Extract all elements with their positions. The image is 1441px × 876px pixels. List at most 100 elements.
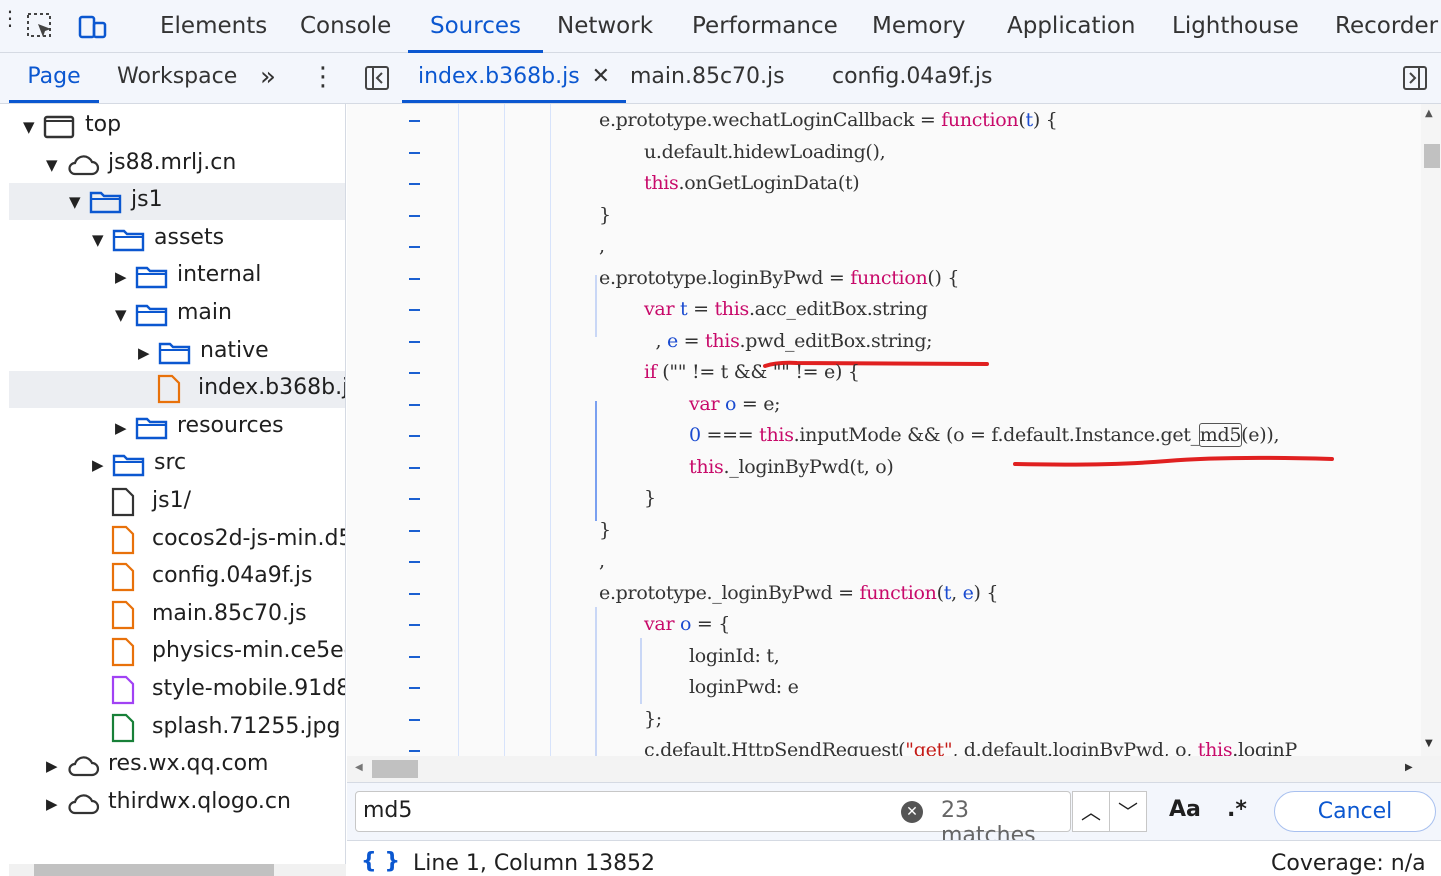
tab-recorder[interactable]: Recorder: [1335, 0, 1438, 53]
tree-item[interactable]: ▼ top: [9, 108, 345, 145]
line-marker[interactable]: [409, 340, 420, 343]
toggle-navigator-icon[interactable]: [364, 65, 390, 91]
line-marker[interactable]: [409, 214, 420, 217]
tree-item[interactable]: cocos2d-js-min.d5: [9, 522, 345, 561]
tree-item[interactable]: style-mobile.91d8: [9, 672, 345, 709]
line-marker[interactable]: [409, 403, 420, 406]
expanded-arrow-icon[interactable]: ▼: [23, 118, 35, 136]
editor-tab-main[interactable]: main.85c70.js: [630, 53, 785, 103]
code-editor[interactable]: ▲ ▼ e.prototype.wechatLoginCallback = fu…: [347, 104, 1441, 756]
code-token: loginPwd: e: [689, 676, 799, 698]
code-line: this._loginByPwd(t, o): [689, 456, 894, 478]
line-marker[interactable]: [409, 718, 420, 721]
device-toolbar-icon[interactable]: [77, 11, 107, 41]
code-line: ,: [599, 550, 605, 572]
line-marker[interactable]: [409, 624, 420, 626]
tree-item[interactable]: ▶ res.wx.qq.com: [9, 747, 345, 784]
collapsed-arrow-icon[interactable]: ▶: [46, 795, 58, 813]
expanded-arrow-icon[interactable]: ▼: [69, 193, 81, 211]
search-input[interactable]: md5 ✕ 23 matches ︿: [355, 791, 1110, 848]
regex-button[interactable]: .*: [1227, 797, 1247, 822]
tree-item[interactable]: index.b368b.js: [9, 371, 345, 409]
tab-performance[interactable]: Performance: [692, 0, 838, 53]
drag-handle-icon[interactable]: ⋮: [0, 8, 20, 28]
line-marker[interactable]: [409, 529, 420, 532]
tree-item[interactable]: physics-min.ce5ee: [9, 634, 345, 671]
tree-item[interactable]: ▼ main: [9, 296, 345, 333]
tree-item[interactable]: ▶ native: [9, 334, 345, 371]
tree-item[interactable]: main.85c70.js: [9, 597, 345, 634]
line-marker[interactable]: [409, 120, 420, 122]
collapsed-arrow-icon[interactable]: ▶: [115, 268, 127, 286]
tab-memory[interactable]: Memory: [872, 0, 966, 53]
tree-item[interactable]: ▶ thirdwx.qlogo.cn: [9, 785, 345, 822]
line-marker[interactable]: [409, 183, 420, 185]
line-marker[interactable]: [409, 309, 420, 311]
more-tabs-button[interactable]: »: [260, 53, 276, 103]
more-options-icon[interactable]: ⋮: [310, 53, 336, 103]
editor-tab-config[interactable]: config.04a9f.js: [832, 53, 993, 103]
code-line: loginPwd: e: [689, 676, 799, 698]
tree-item[interactable]: ▼ assets: [9, 221, 345, 258]
folder-icon: [112, 452, 146, 484]
code-line: }: [599, 519, 611, 541]
line-marker[interactable]: [409, 655, 420, 658]
expanded-arrow-icon[interactable]: ▼: [115, 306, 127, 324]
line-marker[interactable]: [409, 435, 420, 437]
tab-application[interactable]: Application: [1007, 0, 1136, 53]
toggle-debugger-icon[interactable]: [1402, 65, 1428, 91]
code-token: () {: [927, 266, 960, 289]
navigator-hscrollbar[interactable]: [9, 864, 346, 876]
tree-item[interactable]: ▶ resources: [9, 409, 345, 446]
file-js-icon: [110, 525, 136, 561]
editor-hscrollbar[interactable]: ◀ ▶: [347, 756, 1441, 782]
line-marker[interactable]: [409, 561, 420, 563]
tab-elements[interactable]: Elements: [160, 0, 267, 53]
expanded-arrow-icon[interactable]: ▼: [92, 231, 104, 249]
line-marker[interactable]: [409, 372, 420, 374]
line-marker[interactable]: [409, 592, 420, 595]
match-case-button[interactable]: Aa: [1169, 797, 1201, 822]
search-input-value: md5: [363, 798, 413, 823]
tab-lighthouse[interactable]: Lighthouse: [1172, 0, 1299, 53]
line-marker[interactable]: [409, 498, 420, 500]
previous-match-button[interactable]: ︿: [1072, 791, 1110, 832]
line-marker[interactable]: [409, 277, 420, 280]
tree-item[interactable]: ▶ src: [9, 446, 345, 484]
line-marker[interactable]: [409, 151, 420, 154]
collapsed-arrow-icon[interactable]: ▶: [138, 344, 150, 362]
editor-tab-index[interactable]: index.b368b.js ✕: [402, 53, 627, 103]
tree-item-label: internal: [177, 262, 262, 288]
code-token: var: [689, 392, 725, 415]
pretty-print-icon[interactable]: { }: [361, 849, 400, 874]
file-img-icon: [110, 713, 136, 749]
tab-workspace[interactable]: Workspace: [117, 53, 237, 103]
tree-item[interactable]: ▼ js1: [9, 183, 345, 221]
code-line: 0 === this.inputMode && (o = f.default.I…: [689, 423, 1280, 447]
line-marker[interactable]: [409, 466, 420, 469]
collapsed-arrow-icon[interactable]: ▶: [115, 419, 127, 437]
tab-console[interactable]: Console: [300, 0, 391, 53]
code-line: this.onGetLoginData(t): [644, 172, 860, 194]
line-marker[interactable]: [409, 750, 420, 752]
tab-page[interactable]: Page: [9, 53, 99, 103]
clear-search-icon[interactable]: ✕: [901, 801, 923, 823]
inspect-element-icon[interactable]: [25, 11, 55, 41]
tree-item[interactable]: ▶ internal: [9, 258, 345, 295]
tree-item[interactable]: config.04a9f.js: [9, 559, 345, 596]
tree-item[interactable]: ▼ js88.mrlj.cn: [9, 146, 345, 183]
next-match-button[interactable]: ﹀: [1109, 791, 1147, 832]
tab-sources[interactable]: Sources: [408, 0, 543, 53]
tab-network[interactable]: Network: [557, 0, 653, 53]
code-token: (: [936, 581, 944, 604]
tree-item[interactable]: splash.71255.jpg: [9, 710, 345, 749]
line-marker[interactable]: [409, 246, 420, 248]
close-tab-icon[interactable]: ✕: [592, 64, 610, 89]
tree-item[interactable]: js1/: [9, 484, 345, 521]
line-marker[interactable]: [409, 687, 420, 689]
expanded-arrow-icon[interactable]: ▼: [46, 156, 58, 174]
cancel-search-button[interactable]: Cancel: [1274, 791, 1436, 832]
collapsed-arrow-icon[interactable]: ▶: [92, 456, 104, 474]
collapsed-arrow-icon[interactable]: ▶: [46, 757, 58, 775]
code-line: }: [644, 487, 656, 509]
